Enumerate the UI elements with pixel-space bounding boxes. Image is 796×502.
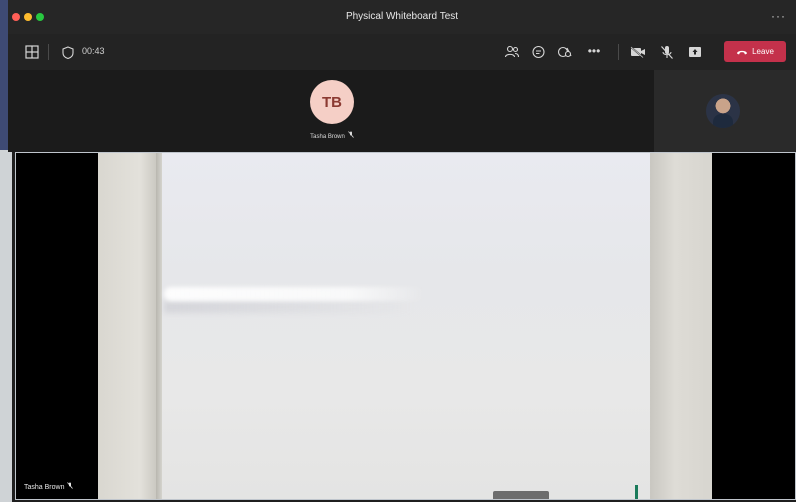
video-participant-label: Tasha Brown (24, 482, 74, 491)
participant-name-label: Tasha Brown (300, 131, 364, 140)
mic-off-icon (348, 131, 354, 140)
video-marker-tray (493, 491, 549, 499)
leave-button[interactable]: Leave (724, 41, 786, 62)
meeting-timer: 00:43 (82, 46, 105, 56)
toolbar-divider (618, 44, 619, 60)
participant-name: Tasha Brown (310, 134, 345, 140)
whiteboard-video (98, 153, 712, 499)
more-icon[interactable]: ••• (586, 43, 602, 59)
window-title: Physical Whiteboard Test (345, 11, 459, 22)
camera-off-icon[interactable] (630, 44, 646, 60)
toolbar-divider (48, 44, 49, 60)
meeting-toolbar: 00:43 ••• Leave (8, 34, 796, 70)
video-light-glare (164, 287, 426, 301)
video-wall-right (650, 153, 712, 499)
grid-layout-icon[interactable] (24, 44, 40, 60)
reactions-icon[interactable] (557, 44, 573, 60)
phone-hangup-icon (737, 50, 748, 54)
video-wall-left (98, 153, 158, 499)
more-horizontal-icon[interactable]: ··· (771, 9, 786, 23)
shield-icon[interactable] (60, 44, 76, 60)
video-glare-shadow (164, 301, 414, 313)
chat-icon[interactable] (530, 44, 546, 60)
mic-off-icon (67, 482, 74, 491)
mic-off-icon[interactable] (659, 44, 675, 60)
video-marker (635, 485, 638, 499)
participants-icon[interactable] (504, 44, 520, 60)
video-participant-name: Tasha Brown (24, 484, 65, 491)
title-bar: Physical Whiteboard Test ··· (8, 0, 796, 34)
main-video-tile[interactable]: Tasha Brown (15, 152, 796, 500)
leave-button-label: Leave (752, 47, 774, 56)
video-board-edge (156, 153, 162, 499)
avatar[interactable]: TB (310, 80, 354, 124)
teams-meeting-window: Physical Whiteboard Test ··· 00:43 ••• L… (0, 0, 796, 502)
share-icon[interactable] (687, 44, 703, 60)
self-view-photo (706, 94, 740, 128)
